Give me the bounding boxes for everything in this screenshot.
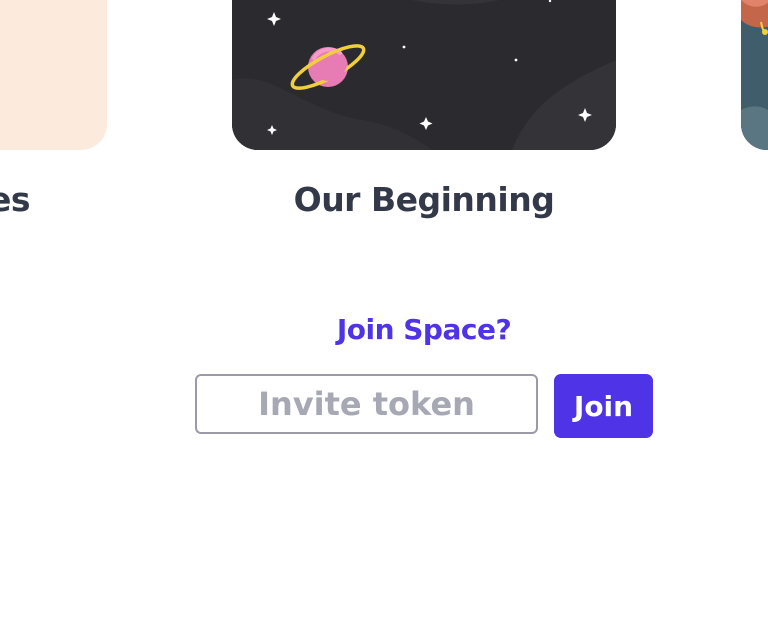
join-space-heading: Join Space? [336,313,512,346]
space-card-left[interactable] [0,0,107,150]
space-card-our-beginning[interactable] [232,0,616,150]
space-card-left-title[interactable]: ies [0,180,30,219]
invite-token-input[interactable] [195,374,538,434]
portrait-illustration [741,0,768,150]
spaces-page: ies Our B [0,0,768,632]
space-planet-illustration [232,0,616,150]
space-card-our-beginning-title[interactable]: Our Beginning [232,180,616,219]
join-button[interactable]: Join [554,374,653,438]
space-card-right[interactable] [741,0,768,150]
